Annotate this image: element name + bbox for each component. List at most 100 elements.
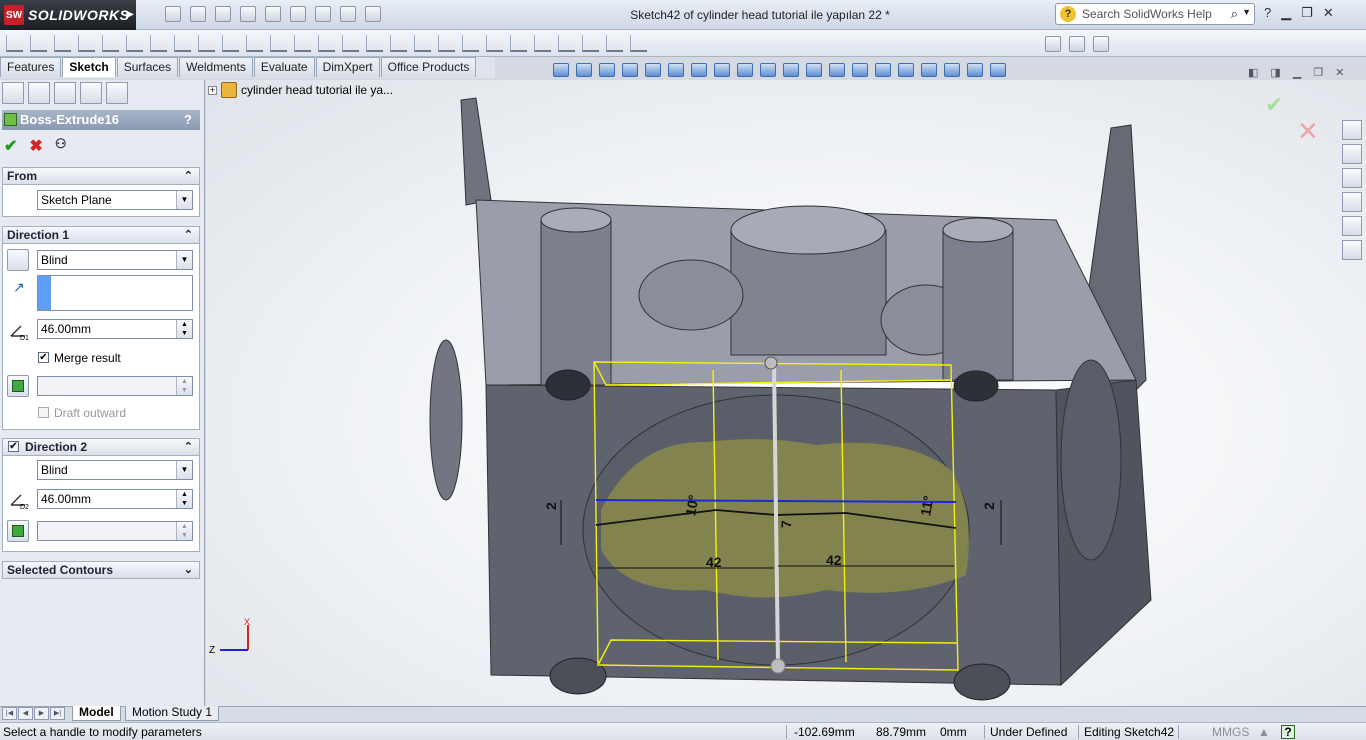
end-condition-combo-2[interactable]: Blind ▼ bbox=[37, 460, 193, 480]
ok-button[interactable]: ✔ bbox=[4, 136, 17, 156]
text-icon[interactable] bbox=[294, 35, 311, 52]
hide-show-icon[interactable] bbox=[714, 63, 730, 77]
depth-2-input[interactable]: 46.00mm ▲ ▼ bbox=[37, 489, 193, 509]
ambient-occlusion-icon[interactable] bbox=[852, 63, 868, 77]
trim-icon[interactable] bbox=[342, 35, 359, 52]
viewport-2-icon[interactable] bbox=[990, 63, 1006, 77]
drag-handle-top[interactable] bbox=[764, 356, 778, 370]
save-icon[interactable] bbox=[215, 6, 231, 22]
tab-evaluate[interactable]: Evaluate bbox=[253, 57, 315, 77]
camera-view-icon[interactable] bbox=[921, 63, 937, 77]
tab-dimxpert[interactable]: DimXpert bbox=[315, 57, 380, 77]
zoom-to-fit-icon[interactable] bbox=[553, 63, 569, 77]
shaded-contours-icon[interactable] bbox=[606, 35, 623, 52]
shadows-icon[interactable] bbox=[829, 63, 845, 77]
merge-result-checkbox[interactable]: ✔ bbox=[38, 352, 49, 363]
collapse-icon[interactable]: ⌃ bbox=[184, 168, 193, 184]
rapid-sketch-icon[interactable] bbox=[558, 35, 575, 52]
isometric-view-icon[interactable] bbox=[944, 63, 960, 77]
previous-view-icon[interactable] bbox=[599, 63, 615, 77]
reverse-direction-icon[interactable] bbox=[7, 249, 29, 271]
minimize-icon[interactable]: ▁ bbox=[1281, 5, 1291, 21]
cancel-button[interactable]: ✖ bbox=[29, 136, 42, 156]
solidworks-logo[interactable]: SW SOLIDWORKS ▶ bbox=[0, 0, 136, 30]
chevron-down-icon[interactable]: ▼ bbox=[176, 251, 192, 269]
display-manager-tab-icon[interactable] bbox=[106, 82, 128, 104]
property-manager-tab-icon[interactable] bbox=[28, 82, 50, 104]
restore-icon[interactable]: ❐ bbox=[1301, 5, 1313, 21]
chevron-down-icon[interactable]: ▼ bbox=[176, 461, 192, 479]
instant2d-icon[interactable] bbox=[582, 35, 599, 52]
spin-buttons-icon[interactable]: ▲ ▼ bbox=[176, 320, 192, 338]
menu-arrow-icon[interactable]: ▶ bbox=[126, 9, 134, 20]
drag-handle-bottom[interactable] bbox=[770, 658, 786, 674]
sketch-icon[interactable] bbox=[30, 35, 47, 52]
tab-model[interactable]: Model bbox=[72, 706, 121, 721]
file-explorer-icon[interactable] bbox=[1342, 168, 1362, 188]
smart-dimension-icon[interactable] bbox=[6, 35, 23, 52]
camera-icon[interactable] bbox=[1045, 36, 1061, 52]
collapse-icon[interactable]: ⌃ bbox=[184, 439, 193, 455]
move-icon[interactable] bbox=[462, 35, 479, 52]
units-dropdown-icon[interactable]: ▲ bbox=[1258, 725, 1270, 739]
filter-icon[interactable] bbox=[630, 35, 647, 52]
slot-icon[interactable] bbox=[102, 35, 119, 52]
rebuild-icon[interactable] bbox=[315, 6, 331, 22]
tab-weldments[interactable]: Weldments bbox=[179, 57, 253, 77]
view-minimize-icon[interactable]: ▁ bbox=[1293, 66, 1301, 79]
mirror-icon[interactable] bbox=[414, 35, 431, 52]
depth-1-input[interactable]: 46.00mm ▲ ▼ bbox=[37, 319, 193, 339]
detailed-preview-icon[interactable]: ⚇ bbox=[55, 136, 67, 156]
display-style-icon[interactable] bbox=[691, 63, 707, 77]
home-icon[interactable] bbox=[1342, 120, 1362, 140]
dim-left-offset[interactable]: 2 bbox=[543, 502, 559, 510]
library-icon[interactable] bbox=[1093, 36, 1109, 52]
tile-left-icon[interactable]: ◧ bbox=[1248, 66, 1258, 79]
cartoon-icon[interactable] bbox=[898, 63, 914, 77]
tab-sketch[interactable]: Sketch bbox=[62, 57, 116, 77]
expand-icon[interactable]: ⌄ bbox=[184, 562, 193, 578]
direction2-checkbox[interactable]: ✔ bbox=[8, 441, 19, 452]
prev-tab-icon[interactable]: ◀ bbox=[18, 707, 33, 720]
appearances-icon[interactable] bbox=[1342, 216, 1362, 236]
undo-icon[interactable] bbox=[265, 6, 281, 22]
feature-tree-root[interactable]: + cylinder head tutorial ile ya... bbox=[208, 82, 393, 98]
direction2-group-header[interactable]: ✔ Direction 2 ⌃ bbox=[2, 438, 200, 456]
arc-icon[interactable] bbox=[150, 35, 167, 52]
confirm-ok-icon[interactable]: ✔ bbox=[1265, 92, 1283, 117]
point-icon[interactable] bbox=[318, 35, 335, 52]
dim-right-offset[interactable]: 2 bbox=[981, 502, 997, 510]
configuration-manager-tab-icon[interactable] bbox=[54, 82, 76, 104]
edit-appearance-icon[interactable] bbox=[737, 63, 753, 77]
select-icon[interactable] bbox=[290, 6, 306, 22]
spin-buttons-icon[interactable]: ▲ ▼ bbox=[176, 490, 192, 508]
close-icon[interactable]: ✕ bbox=[1323, 5, 1334, 21]
line-icon[interactable] bbox=[54, 35, 71, 52]
tab-motion-study-1[interactable]: Motion Study 1 bbox=[125, 706, 220, 721]
direction-selection-box[interactable] bbox=[37, 275, 193, 311]
last-tab-icon[interactable]: ▶| bbox=[50, 707, 65, 720]
confirm-cancel-icon[interactable]: ✕ bbox=[1297, 116, 1319, 147]
from-combo[interactable]: Sketch Plane ▼ bbox=[37, 190, 193, 210]
rectangle-icon[interactable] bbox=[78, 35, 95, 52]
view-restore-icon[interactable]: ❐ bbox=[1313, 66, 1323, 79]
circle-icon[interactable] bbox=[126, 35, 143, 52]
dynamic-annotation-icon[interactable] bbox=[645, 63, 661, 77]
dimxpert-manager-tab-icon[interactable] bbox=[80, 82, 102, 104]
dim-center-height[interactable]: 7 bbox=[778, 520, 794, 528]
graphics-area[interactable]: 2 2 10° 11° 7 42 42 X Z bbox=[206, 80, 1366, 706]
repair-sketch-icon[interactable] bbox=[510, 35, 527, 52]
viewport-icon[interactable] bbox=[967, 63, 983, 77]
quick-snaps-icon[interactable] bbox=[534, 35, 551, 52]
tile-right-icon[interactable]: ◨ bbox=[1270, 66, 1280, 79]
first-tab-icon[interactable]: |◀ bbox=[2, 707, 17, 720]
apply-scene-icon[interactable] bbox=[760, 63, 776, 77]
ellipse-icon[interactable] bbox=[222, 35, 239, 52]
tab-office-products[interactable]: Office Products bbox=[380, 57, 477, 77]
realview-icon[interactable] bbox=[806, 63, 822, 77]
polygon-icon[interactable] bbox=[174, 35, 191, 52]
search-icon[interactable]: ⌕ bbox=[1231, 6, 1238, 22]
expand-icon[interactable]: + bbox=[208, 85, 217, 95]
collapse-icon[interactable]: ⌃ bbox=[184, 227, 193, 243]
fillet-icon[interactable] bbox=[246, 35, 263, 52]
